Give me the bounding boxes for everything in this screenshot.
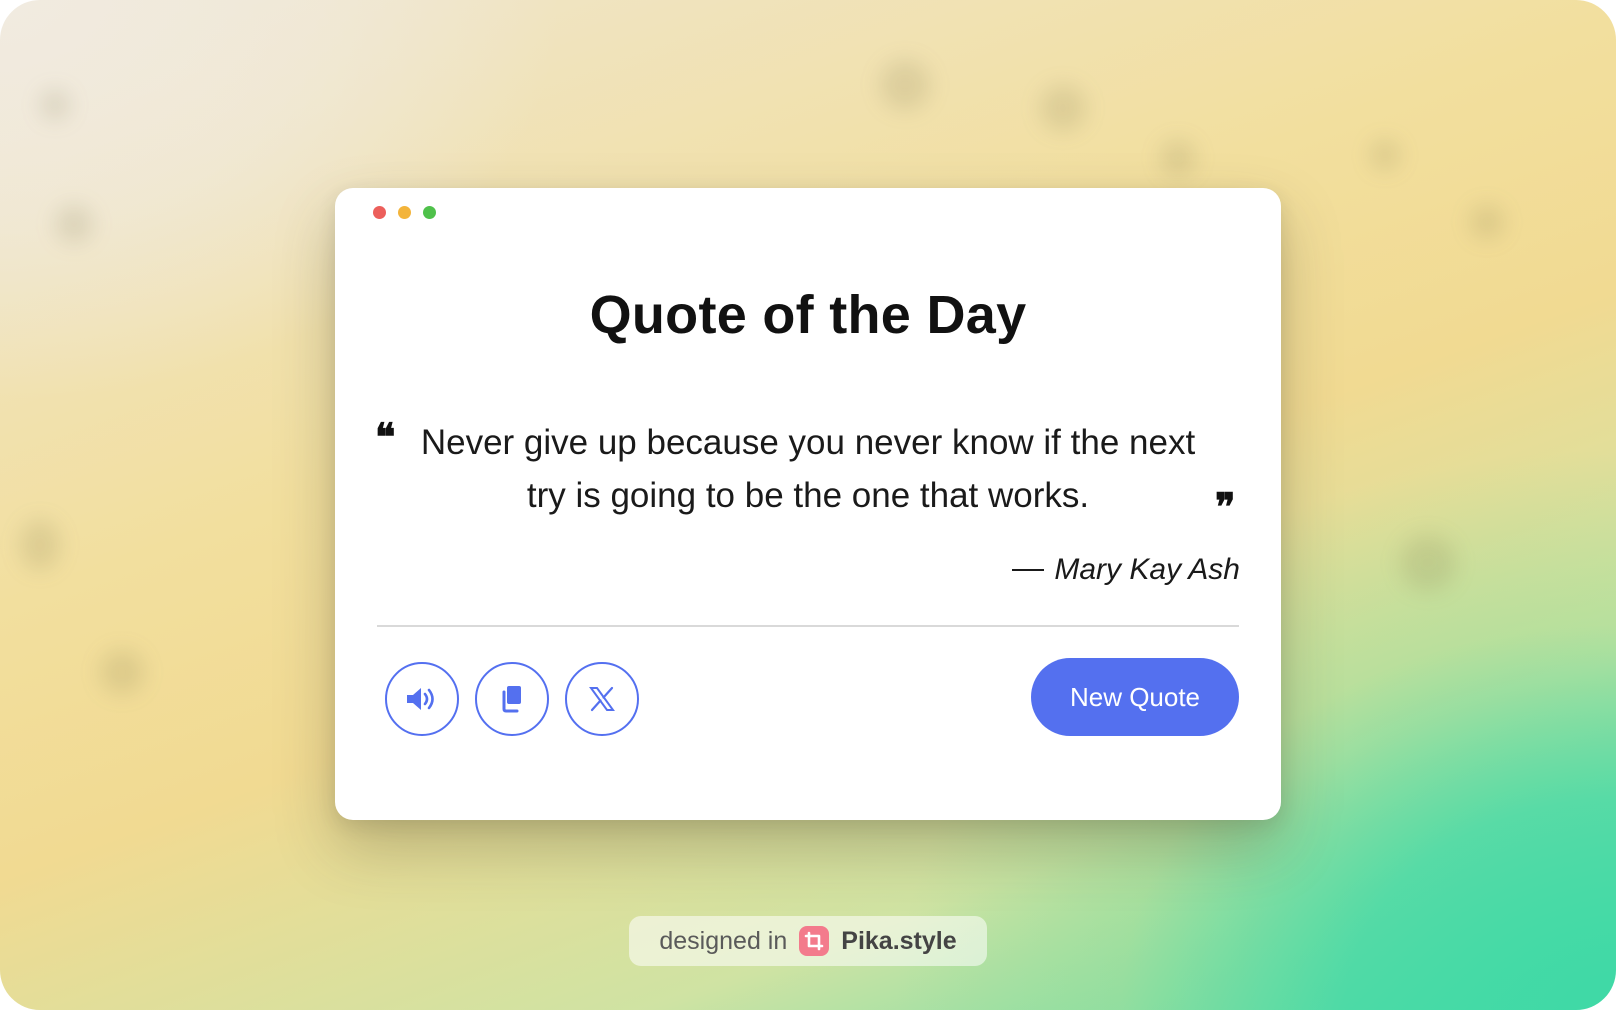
background-blur-shape xyxy=(1470,205,1504,239)
background-blur-shape xyxy=(880,60,930,110)
background-blur-shape xyxy=(40,90,70,120)
window-controls xyxy=(373,206,436,219)
share-x-button[interactable] xyxy=(565,662,639,736)
author-dash xyxy=(1012,569,1045,571)
speaker-icon xyxy=(405,686,439,712)
badge-brand: Pika.style xyxy=(841,926,957,955)
divider xyxy=(377,625,1239,627)
close-quote-icon: ❞ xyxy=(1215,484,1236,529)
author: Mary Kay Ash xyxy=(1012,553,1240,587)
maximize-dot[interactable] xyxy=(423,206,436,219)
author-name: Mary Kay Ash xyxy=(1054,553,1240,586)
background-blur-shape xyxy=(20,520,60,570)
background-blur-shape xyxy=(55,205,93,243)
background-blur-shape xyxy=(100,650,144,694)
quote-text: Never give up because you never know if … xyxy=(420,423,1196,515)
background-blur-shape xyxy=(1040,85,1086,131)
designed-in-badge[interactable]: designed in Pika.style xyxy=(629,916,987,966)
page-title: Quote of the Day xyxy=(589,285,1027,345)
minimize-dot[interactable] xyxy=(398,206,411,219)
background-blur-shape xyxy=(1370,140,1400,170)
background-blur-shape xyxy=(1400,535,1456,591)
x-logo-icon xyxy=(589,686,615,712)
background-blur-shape xyxy=(1160,140,1196,176)
open-quote-icon: ❝ xyxy=(375,414,396,459)
pika-logo-icon xyxy=(799,926,830,956)
close-dot[interactable] xyxy=(373,206,386,219)
badge-prefix: designed in xyxy=(659,926,788,955)
copy-button[interactable] xyxy=(475,662,549,736)
action-buttons xyxy=(385,662,639,736)
copy-icon xyxy=(499,685,525,713)
app-window: Quote of the Day ❝ Never give up because… xyxy=(335,188,1281,820)
speak-button[interactable] xyxy=(385,662,459,736)
new-quote-button[interactable]: New Quote xyxy=(1031,658,1239,736)
